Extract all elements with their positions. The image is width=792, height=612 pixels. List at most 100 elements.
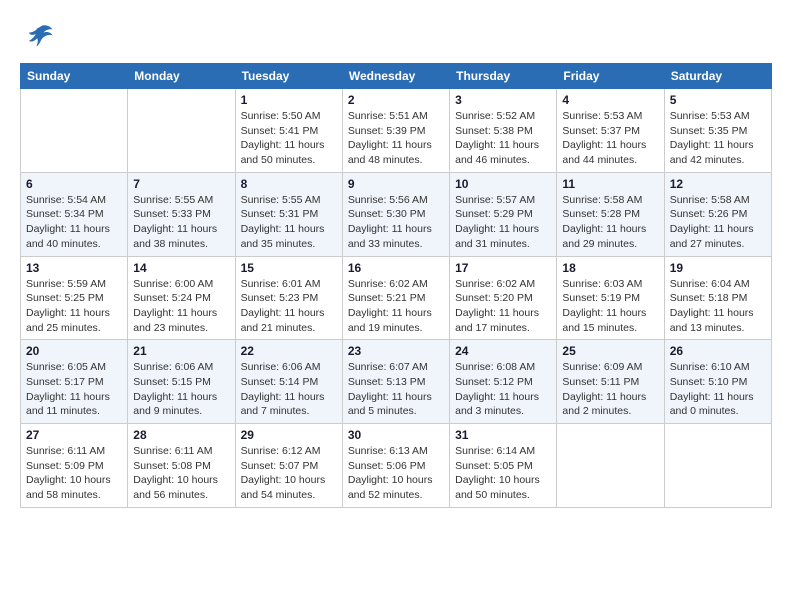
calendar-cell: 1Sunrise: 5:50 AM Sunset: 5:41 PM Daylig… bbox=[235, 89, 342, 173]
day-number: 27 bbox=[26, 428, 122, 442]
day-info: Sunrise: 6:14 AM Sunset: 5:05 PM Dayligh… bbox=[455, 444, 551, 503]
calendar-cell: 4 Sunrise: 5:53 AM Sunset: 5:37 PM Daylig… bbox=[557, 89, 664, 173]
calendar-cell: 12 Sunrise: 5:58 AM Sunset: 5:26 PM Dayli… bbox=[664, 172, 771, 256]
calendar-week-row: 6Sunrise: 5:54 AM Sunset: 5:34 PM Daylig… bbox=[21, 172, 772, 256]
calendar-cell: 3 Sunrise: 5:52 AM Sunset: 5:38 PM Daylig… bbox=[450, 89, 557, 173]
calendar-table: SundayMondayTuesdayWednesdayThursdayFrid… bbox=[20, 63, 772, 508]
day-number: 10 bbox=[455, 177, 551, 191]
calendar-cell: 13Sunrise: 5:59 AM Sunset: 5:25 PM Dayli… bbox=[21, 256, 128, 340]
day-info: Sunrise: 5:54 AM Sunset: 5:34 PM Dayligh… bbox=[26, 193, 122, 252]
calendar-cell bbox=[664, 424, 771, 508]
day-number: 12 bbox=[670, 177, 766, 191]
day-info: Sunrise: 6:11 AM Sunset: 5:08 PM Dayligh… bbox=[133, 444, 229, 503]
day-info: Sunrise: 6:10 AM Sunset: 5:10 PM Dayligh… bbox=[670, 360, 766, 419]
calendar-week-row: 13Sunrise: 5:59 AM Sunset: 5:25 PM Dayli… bbox=[21, 256, 772, 340]
day-info: Sunrise: 5:58 AM Sunset: 5:28 PM Dayligh… bbox=[562, 193, 658, 252]
day-of-week-header: Sunday bbox=[21, 64, 128, 89]
day-number: 5 bbox=[670, 93, 766, 107]
day-number: 23 bbox=[348, 344, 444, 358]
day-info: Sunrise: 5:57 AM Sunset: 5:29 PM Dayligh… bbox=[455, 193, 551, 252]
day-number: 31 bbox=[455, 428, 551, 442]
day-number: 16 bbox=[348, 261, 444, 275]
day-number: 15 bbox=[241, 261, 337, 275]
day-info: Sunrise: 6:06 AM Sunset: 5:14 PM Dayligh… bbox=[241, 360, 337, 419]
calendar-cell: 17Sunrise: 6:02 AM Sunset: 5:20 PM Dayli… bbox=[450, 256, 557, 340]
day-info: Sunrise: 6:02 AM Sunset: 5:21 PM Dayligh… bbox=[348, 277, 444, 336]
day-info: Sunrise: 5:55 AM Sunset: 5:33 PM Dayligh… bbox=[133, 193, 229, 252]
day-info: Sunrise: 5:52 AM Sunset: 5:38 PM Dayligh… bbox=[455, 109, 551, 168]
calendar-cell: 23 Sunrise: 6:07 AM Sunset: 5:13 PM Dayli… bbox=[342, 340, 449, 424]
page-header bbox=[20, 20, 772, 53]
day-number: 4 bbox=[562, 93, 658, 107]
calendar-week-row: 20 Sunrise: 6:05 AM Sunset: 5:17 PM Dayli… bbox=[21, 340, 772, 424]
day-number: 24 bbox=[455, 344, 551, 358]
day-number: 17 bbox=[455, 261, 551, 275]
calendar-cell: 6Sunrise: 5:54 AM Sunset: 5:34 PM Daylig… bbox=[21, 172, 128, 256]
day-number: 7 bbox=[133, 177, 229, 191]
day-info: Sunrise: 6:09 AM Sunset: 5:11 PM Dayligh… bbox=[562, 360, 658, 419]
calendar-cell: 7 Sunrise: 5:55 AM Sunset: 5:33 PM Daylig… bbox=[128, 172, 235, 256]
calendar-cell: 22 Sunrise: 6:06 AM Sunset: 5:14 PM Dayli… bbox=[235, 340, 342, 424]
calendar-cell: 30Sunrise: 6:13 AM Sunset: 5:06 PM Dayli… bbox=[342, 424, 449, 508]
day-number: 22 bbox=[241, 344, 337, 358]
day-number: 19 bbox=[670, 261, 766, 275]
day-info: Sunrise: 6:04 AM Sunset: 5:18 PM Dayligh… bbox=[670, 277, 766, 336]
day-info: Sunrise: 5:56 AM Sunset: 5:30 PM Dayligh… bbox=[348, 193, 444, 252]
calendar-cell bbox=[557, 424, 664, 508]
day-number: 9 bbox=[348, 177, 444, 191]
day-number: 8 bbox=[241, 177, 337, 191]
calendar-cell: 28 Sunrise: 6:11 AM Sunset: 5:08 PM Dayli… bbox=[128, 424, 235, 508]
day-info: Sunrise: 5:50 AM Sunset: 5:41 PM Dayligh… bbox=[241, 109, 337, 168]
day-number: 30 bbox=[348, 428, 444, 442]
day-info: Sunrise: 6:05 AM Sunset: 5:17 PM Dayligh… bbox=[26, 360, 122, 419]
day-number: 11 bbox=[562, 177, 658, 191]
calendar-cell: 20 Sunrise: 6:05 AM Sunset: 5:17 PM Dayli… bbox=[21, 340, 128, 424]
calendar-cell: 2 Sunrise: 5:51 AM Sunset: 5:39 PM Daylig… bbox=[342, 89, 449, 173]
calendar-cell bbox=[128, 89, 235, 173]
day-info: Sunrise: 5:53 AM Sunset: 5:37 PM Dayligh… bbox=[562, 109, 658, 168]
day-info: Sunrise: 5:55 AM Sunset: 5:31 PM Dayligh… bbox=[241, 193, 337, 252]
calendar-cell: 29Sunrise: 6:12 AM Sunset: 5:07 PM Dayli… bbox=[235, 424, 342, 508]
day-number: 18 bbox=[562, 261, 658, 275]
day-number: 3 bbox=[455, 93, 551, 107]
calendar-cell: 25 Sunrise: 6:09 AM Sunset: 5:11 PM Dayli… bbox=[557, 340, 664, 424]
day-number: 28 bbox=[133, 428, 229, 442]
calendar-cell: 15 Sunrise: 6:01 AM Sunset: 5:23 PM Dayli… bbox=[235, 256, 342, 340]
day-info: Sunrise: 6:01 AM Sunset: 5:23 PM Dayligh… bbox=[241, 277, 337, 336]
calendar-cell: 27 Sunrise: 6:11 AM Sunset: 5:09 PM Dayli… bbox=[21, 424, 128, 508]
day-info: Sunrise: 6:06 AM Sunset: 5:15 PM Dayligh… bbox=[133, 360, 229, 419]
day-of-week-header: Monday bbox=[128, 64, 235, 89]
calendar-cell: 14 Sunrise: 6:00 AM Sunset: 5:24 PM Dayli… bbox=[128, 256, 235, 340]
day-info: Sunrise: 5:53 AM Sunset: 5:35 PM Dayligh… bbox=[670, 109, 766, 168]
calendar-cell: 24 Sunrise: 6:08 AM Sunset: 5:12 PM Dayli… bbox=[450, 340, 557, 424]
calendar-cell: 18 Sunrise: 6:03 AM Sunset: 5:19 PM Dayli… bbox=[557, 256, 664, 340]
calendar-week-row: 1Sunrise: 5:50 AM Sunset: 5:41 PM Daylig… bbox=[21, 89, 772, 173]
day-of-week-header: Tuesday bbox=[235, 64, 342, 89]
day-number: 25 bbox=[562, 344, 658, 358]
day-info: Sunrise: 6:00 AM Sunset: 5:24 PM Dayligh… bbox=[133, 277, 229, 336]
day-of-week-header: Friday bbox=[557, 64, 664, 89]
calendar-cell: 11 Sunrise: 5:58 AM Sunset: 5:28 PM Dayli… bbox=[557, 172, 664, 256]
day-number: 2 bbox=[348, 93, 444, 107]
day-info: Sunrise: 5:59 AM Sunset: 5:25 PM Dayligh… bbox=[26, 277, 122, 336]
calendar-cell: 19 Sunrise: 6:04 AM Sunset: 5:18 PM Dayli… bbox=[664, 256, 771, 340]
logo-bird-icon bbox=[26, 20, 54, 53]
day-of-week-header: Wednesday bbox=[342, 64, 449, 89]
day-info: Sunrise: 6:11 AM Sunset: 5:09 PM Dayligh… bbox=[26, 444, 122, 503]
calendar-cell bbox=[21, 89, 128, 173]
calendar-cell: 8 Sunrise: 5:55 AM Sunset: 5:31 PM Daylig… bbox=[235, 172, 342, 256]
day-info: Sunrise: 6:03 AM Sunset: 5:19 PM Dayligh… bbox=[562, 277, 658, 336]
day-number: 20 bbox=[26, 344, 122, 358]
calendar-cell: 26 Sunrise: 6:10 AM Sunset: 5:10 PM Dayli… bbox=[664, 340, 771, 424]
day-info: Sunrise: 5:58 AM Sunset: 5:26 PM Dayligh… bbox=[670, 193, 766, 252]
day-number: 14 bbox=[133, 261, 229, 275]
day-info: Sunrise: 5:51 AM Sunset: 5:39 PM Dayligh… bbox=[348, 109, 444, 168]
calendar-header-row: SundayMondayTuesdayWednesdayThursdayFrid… bbox=[21, 64, 772, 89]
day-info: Sunrise: 6:08 AM Sunset: 5:12 PM Dayligh… bbox=[455, 360, 551, 419]
day-of-week-header: Thursday bbox=[450, 64, 557, 89]
logo bbox=[20, 20, 54, 53]
calendar-cell: 16 Sunrise: 6:02 AM Sunset: 5:21 PM Dayli… bbox=[342, 256, 449, 340]
day-number: 26 bbox=[670, 344, 766, 358]
day-info: Sunrise: 6:07 AM Sunset: 5:13 PM Dayligh… bbox=[348, 360, 444, 419]
calendar-cell: 9 Sunrise: 5:56 AM Sunset: 5:30 PM Daylig… bbox=[342, 172, 449, 256]
